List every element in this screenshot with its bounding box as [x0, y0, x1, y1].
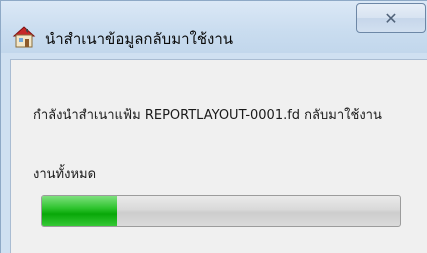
overall-progress-bar	[41, 195, 401, 227]
close-icon: ✕	[384, 8, 398, 28]
progress-fill	[42, 196, 118, 226]
restore-dialog-window: นำสำเนาข้อมูลกลับมาใช้งาน ✕ กำลังนำสำเนา…	[0, 0, 427, 253]
status-message: กำลังนำสำเนาแฟ้ม REPORTLAYOUT-0001.fd กล…	[33, 108, 382, 123]
house-app-icon	[12, 25, 36, 49]
dialog-content: กำลังนำสำเนาแฟ้ม REPORTLAYOUT-0001.fd กล…	[10, 59, 427, 253]
title-bar[interactable]: นำสำเนาข้อมูลกลับมาใช้งาน ✕	[1, 1, 427, 53]
progress-label: งานทั้งหมด	[33, 167, 97, 182]
window-title: นำสำเนาข้อมูลกลับมาใช้งาน	[45, 30, 234, 48]
close-button[interactable]: ✕	[356, 3, 426, 33]
